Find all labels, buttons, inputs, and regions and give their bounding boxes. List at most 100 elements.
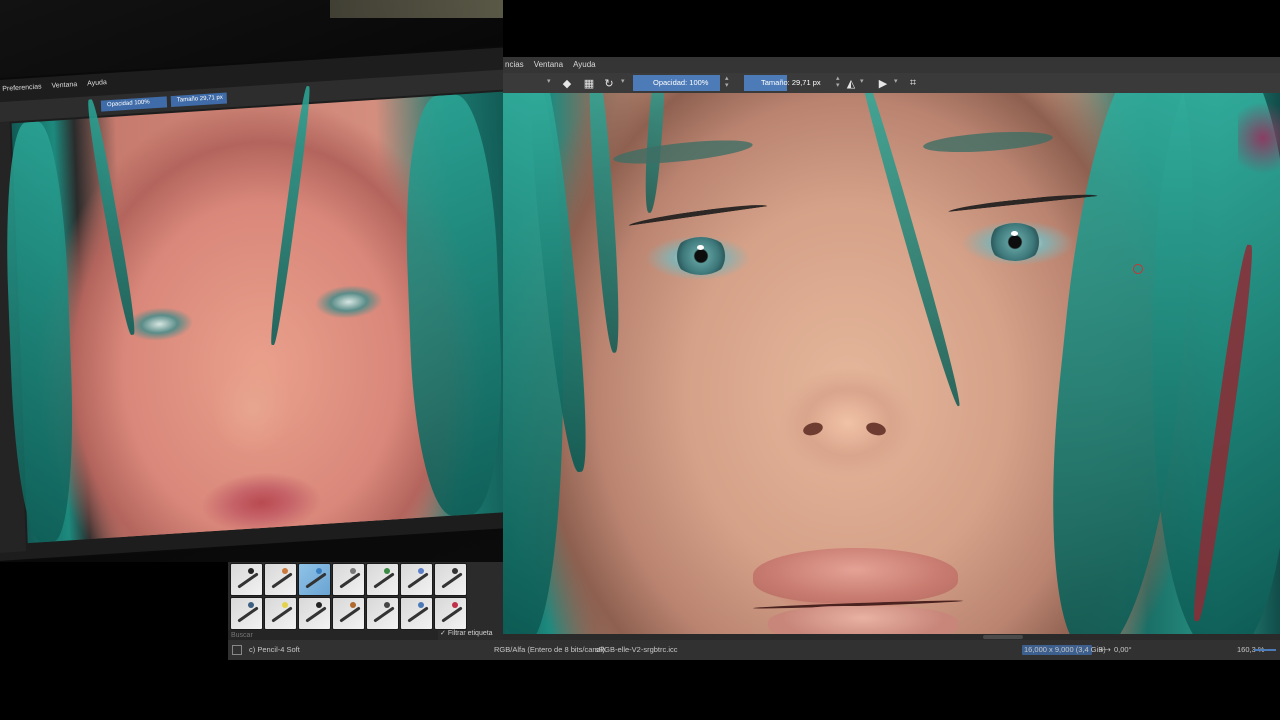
brush-stroke-preview (271, 606, 293, 623)
brush-preset-tile[interactable] (434, 563, 467, 596)
rotation-icon[interactable]: ⟷ (1100, 640, 1111, 660)
brush-stroke-preview (373, 606, 395, 623)
brush-stroke-preview (407, 572, 429, 589)
brush-tip-icon (282, 568, 288, 574)
brush-preset-tile[interactable] (264, 563, 297, 596)
menubar: ncias Ventana Ayuda (503, 57, 1280, 73)
painting-canvas[interactable] (503, 93, 1280, 635)
menu-item-window[interactable]: Ventana (534, 57, 563, 73)
brush-stroke-preview (441, 572, 463, 589)
chevron-down-icon[interactable]: ▾ (547, 77, 551, 85)
spin-down-icon[interactable]: ▾ (725, 81, 729, 89)
upper-lip (753, 548, 958, 603)
size-label: Tamaño: 29,71 px (761, 78, 821, 87)
brush-tip-icon (316, 568, 322, 574)
brush-stroke-preview (305, 606, 327, 623)
image-dimensions: 16,000 x 9,000 (3,4 GiB) (1024, 645, 1106, 654)
brush-stroke-preview (237, 572, 259, 589)
photo-menu-item: Ayuda (87, 79, 107, 88)
chevron-down-icon[interactable]: ▾ (860, 77, 864, 85)
color-profile: sRGB-elle-V2-srgbtrc.icc (595, 645, 678, 654)
brush-presets-docker: ✓ Filtrar etiqueta (228, 562, 503, 640)
nostril-right (864, 420, 888, 438)
monitor-photo: Preferencias Ventana Ayuda Opacidad 100%… (0, 0, 503, 562)
brush-tip-icon (452, 602, 458, 608)
scrollbar-thumb[interactable] (983, 635, 1023, 639)
photo-menu-item: Preferencias (2, 83, 42, 93)
filter-tag-checkbox[interactable]: ✓ Filtrar etiqueta (440, 629, 493, 637)
eye-highlight (697, 245, 704, 250)
brush-tip-icon (384, 602, 390, 608)
brush-preset-tile[interactable] (366, 597, 399, 630)
eye-left (673, 237, 729, 275)
brush-preset-tile[interactable] (366, 563, 399, 596)
brush-tip-icon (248, 602, 254, 608)
hair-strand (267, 85, 313, 346)
brush-stroke-preview (339, 572, 361, 589)
brush-stroke-preview (237, 606, 259, 623)
brush-preset-tile[interactable] (332, 563, 365, 596)
brush-preset-tile[interactable] (264, 597, 297, 630)
menu-item-help[interactable]: Ayuda (573, 57, 596, 73)
brush-stroke-preview (373, 572, 395, 589)
monitor-screen: Preferencias Ventana Ayuda Opacidad 100%… (0, 45, 503, 562)
alpha-lock-icon[interactable]: ▦ (582, 76, 596, 90)
opacity-slider[interactable]: Opacidad: 100% (633, 75, 720, 91)
brush-preset-tile[interactable] (298, 597, 331, 630)
filter-tag-label: Filtrar etiqueta (447, 630, 493, 637)
brush-tip-icon (418, 568, 424, 574)
hair-strand (400, 92, 503, 518)
zoom-slider[interactable] (1254, 649, 1276, 651)
rotation-value: 0,00° (1114, 645, 1132, 654)
krita-window: ncias Ventana Ayuda ▾ ◆ ▦ ↻ ▾ Opacidad: … (503, 57, 1280, 635)
status-bar: c) Pencil-4 Soft RGB/Alfa (Entero de 8 b… (228, 640, 1280, 660)
brush-tip-icon (282, 602, 288, 608)
brush-toolbar: ▾ ◆ ▦ ↻ ▾ Opacidad: 100% ▴ ▾ Tamaño: 29,… (503, 73, 1280, 93)
brush-preset-tile[interactable] (298, 563, 331, 596)
menu-item-preferences[interactable]: ncias (505, 57, 524, 73)
eyelashes-right (947, 191, 1099, 217)
lower-lip (768, 606, 958, 635)
brush-stroke-preview (305, 572, 327, 589)
reload-icon[interactable]: ↻ (602, 76, 616, 90)
brush-tip-icon (452, 568, 458, 574)
brush-preset-tile[interactable] (400, 597, 433, 630)
opacity-label: Opacidad: 100% (653, 78, 709, 87)
chevron-down-icon[interactable]: ▾ (621, 77, 625, 85)
mirror-vertical-icon[interactable]: ▶ (876, 76, 890, 90)
eye-right (987, 223, 1043, 261)
photo-canvas-painting (1, 85, 503, 544)
mirror-horizontal-icon[interactable]: ◭ (844, 76, 858, 90)
brush-preset-tile[interactable] (434, 597, 467, 630)
eyebrow-left (612, 135, 754, 169)
chevron-down-icon[interactable]: ▾ (894, 77, 898, 85)
current-brush-name: c) Pencil-4 Soft (249, 645, 300, 654)
brush-tip-icon (350, 602, 356, 608)
color-model: RGB/Alfa (Entero de 8 bits/canal) (494, 645, 605, 654)
preset-search-input[interactable] (228, 630, 438, 640)
photo-menu-item: Ventana (51, 81, 78, 90)
brush-cursor (1133, 264, 1143, 274)
size-slider[interactable]: Tamaño: 29,71 px (744, 75, 835, 91)
brush-preset-tile[interactable] (332, 597, 365, 630)
brush-stroke-preview (339, 606, 361, 623)
brush-tip-icon (418, 602, 424, 608)
brush-preset-tile[interactable] (230, 597, 263, 630)
brush-stroke-preview (271, 572, 293, 589)
eraser-icon[interactable]: ◆ (560, 76, 574, 90)
eye-highlight (1011, 231, 1018, 236)
brush-tip-icon (350, 568, 356, 574)
hair-strand (584, 93, 624, 354)
brush-tip-icon (248, 568, 254, 574)
brush-preset-tile[interactable] (400, 563, 433, 596)
brush-preset-tile[interactable] (230, 563, 263, 596)
hair-strand (84, 98, 139, 336)
brush-preset-icon[interactable] (232, 645, 242, 655)
wrap-around-icon[interactable]: ⌗ (906, 76, 920, 90)
brush-stroke-preview (407, 606, 429, 623)
eyebrow-right (922, 128, 1054, 156)
nostril-left (801, 420, 825, 438)
spin-down-icon[interactable]: ▾ (836, 81, 840, 89)
checkmark-icon: ✓ (440, 630, 446, 637)
brush-tip-icon (316, 602, 322, 608)
